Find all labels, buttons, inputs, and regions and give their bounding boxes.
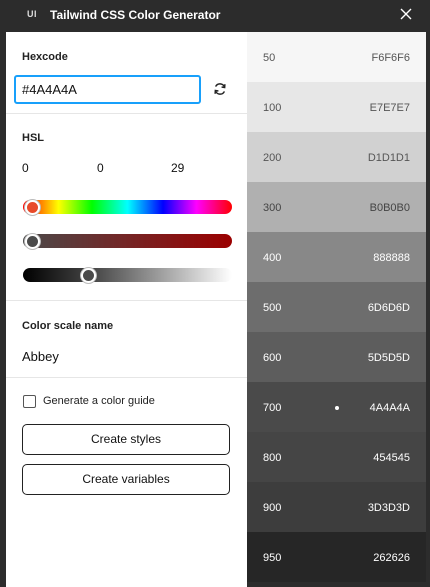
hue-value: 0 — [22, 161, 29, 175]
hsl-label: HSL — [22, 132, 44, 144]
color-scale-name-label: Color scale name — [22, 320, 114, 332]
swatch-200[interactable]: 200 D1D1D1 — [247, 132, 426, 182]
saturation-value: 0 — [97, 161, 104, 175]
title-bar: UI Tailwind CSS Color Generator — [0, 0, 430, 32]
swatch-shade-label: 50 — [263, 52, 276, 64]
swatch-shade-label: 700 — [263, 402, 282, 414]
window-edge — [426, 32, 430, 587]
swatch-100[interactable]: 100 E7E7E7 — [247, 82, 426, 132]
color-scale-swatches: 50 F6F6F6 100 E7E7E7 200 D1D1D1 300 B0B0B0 400 88… — [247, 32, 426, 587]
swatch-shade-label: 400 — [263, 252, 282, 264]
swatch-hex-value: 3D3D3D — [367, 502, 410, 514]
swatch-hex-value: B0B0B0 — [369, 202, 410, 214]
create-styles-button[interactable]: Create styles — [22, 424, 230, 455]
swatch-hex-value: 262626 — [373, 552, 410, 564]
swatch-hex-value: 454545 — [373, 452, 410, 464]
swatch-hex-value: E7E7E7 — [369, 102, 410, 114]
swatch-shade-label: 300 — [263, 202, 282, 214]
swatch-hex-value: F6F6F6 — [371, 52, 410, 64]
window-title: Tailwind CSS Color Generator — [50, 8, 221, 22]
plugin-window: UI Tailwind CSS Color Generator Hexcode … — [0, 0, 430, 587]
swatch-hex-value: 6D6D6D — [367, 302, 410, 314]
divider — [6, 300, 247, 301]
divider — [6, 113, 247, 114]
swatch-shade-label: 200 — [263, 152, 282, 164]
plugin-logo: UI — [27, 9, 37, 19]
generate-guide-label: Generate a color guide — [43, 395, 155, 407]
lightness-slider-thumb[interactable] — [81, 268, 97, 283]
saturation-slider[interactable] — [23, 234, 232, 249]
swatch-600[interactable]: 600 5D5D5D — [247, 332, 426, 382]
hexcode-label: Hexcode — [22, 51, 68, 63]
lightness-slider[interactable] — [23, 268, 232, 283]
swatch-800[interactable]: 800 454545 — [247, 432, 426, 482]
generate-guide-checkbox[interactable] — [23, 395, 36, 408]
hue-slider[interactable] — [23, 200, 232, 215]
selected-indicator-dot — [335, 406, 339, 410]
swatch-hex-value: 5D5D5D — [367, 352, 410, 364]
swatch-shade-label: 600 — [263, 352, 282, 364]
swatch-hex-value: 888888 — [373, 252, 410, 264]
hue-slider-thumb[interactable] — [25, 200, 40, 215]
swatch-shade-label: 800 — [263, 452, 282, 464]
saturation-slider-thumb[interactable] — [25, 234, 40, 249]
color-scale-name-value[interactable]: Abbey — [22, 349, 59, 364]
swatch-950[interactable]: 950 262626 — [247, 532, 426, 582]
swatch-900[interactable]: 900 3D3D3D — [247, 482, 426, 532]
lightness-value: 29 — [171, 161, 185, 175]
swatch-hex-value: 4A4A4A — [369, 402, 410, 414]
close-icon[interactable] — [398, 6, 414, 22]
hexcode-input[interactable] — [14, 75, 201, 104]
swatch-hex-value: D1D1D1 — [367, 152, 410, 164]
swatch-shade-label: 950 — [263, 552, 282, 564]
create-variables-button[interactable]: Create variables — [22, 464, 230, 495]
swatch-300[interactable]: 300 B0B0B0 — [247, 182, 426, 232]
swatch-50[interactable]: 50 F6F6F6 — [247, 32, 426, 82]
swatch-700[interactable]: 700 4A4A4A — [247, 382, 426, 432]
divider — [6, 377, 247, 378]
swatch-shade-label: 900 — [263, 502, 282, 514]
refresh-icon[interactable] — [212, 81, 228, 97]
swatch-shade-label: 500 — [263, 302, 282, 314]
swatch-shade-label: 100 — [263, 102, 282, 114]
swatch-400[interactable]: 400 888888 — [247, 232, 426, 282]
settings-panel: Hexcode HSL 0 0 29 Color scale name Abbe… — [6, 32, 247, 587]
swatch-500[interactable]: 500 6D6D6D — [247, 282, 426, 332]
